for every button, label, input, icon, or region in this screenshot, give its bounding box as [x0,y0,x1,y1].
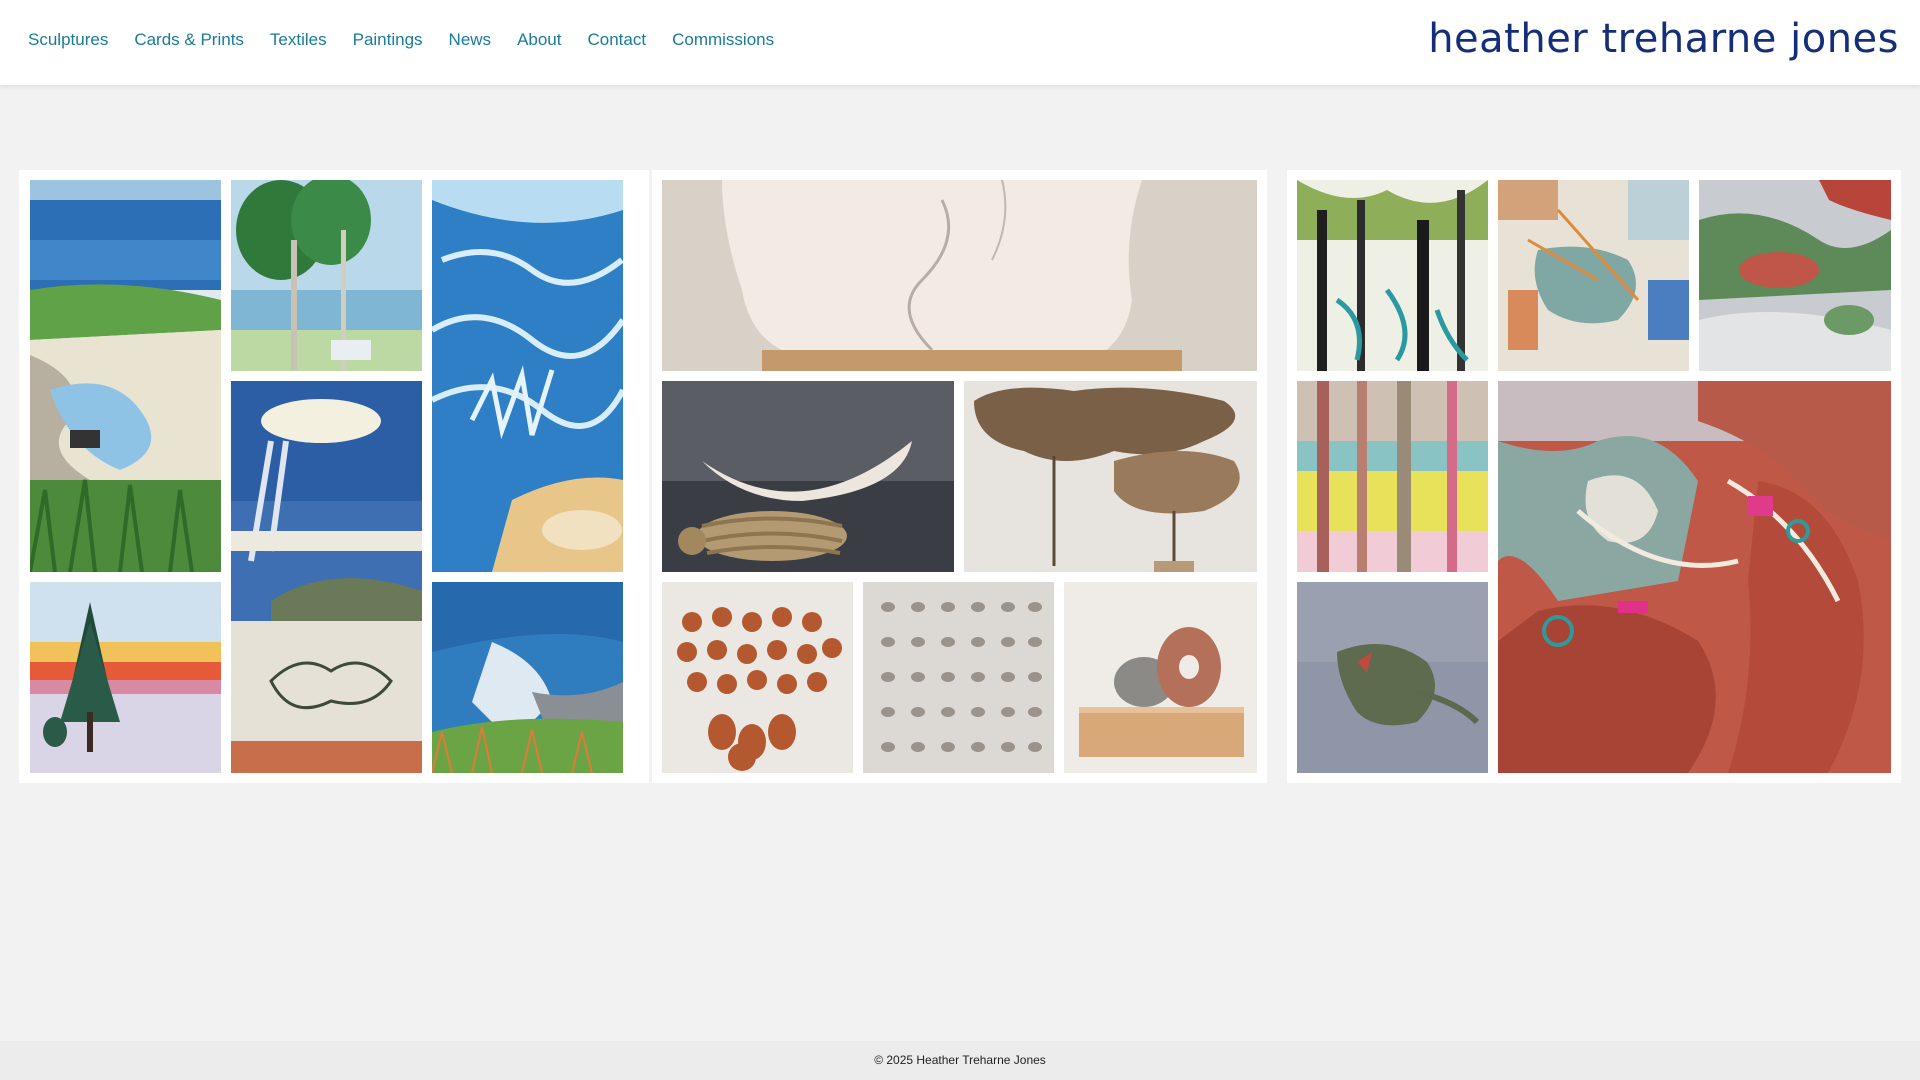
nav-paintings[interactable]: Paintings [353,30,423,50]
nav-textiles[interactable]: Textiles [270,30,327,50]
nav-about[interactable]: About [517,30,561,50]
stone-on-wood-sculpture-thumb[interactable] [1064,582,1257,773]
wave-pattern-print-thumb[interactable] [432,180,623,572]
stone-on-rope-sculpture-thumb[interactable] [662,381,954,572]
gallery-panel-sculptures[interactable] [652,170,1267,783]
white-marble-sculpture-thumb[interactable] [662,180,1257,371]
main-nav: Sculptures Cards & Prints Textiles Paint… [28,30,800,50]
pine-trees-sea-print-thumb[interactable] [231,180,422,371]
shell-grid-sculpture-thumb[interactable] [863,582,1054,773]
gallery-panel-paintings[interactable] [1287,170,1901,783]
site-header: Sculptures Cards & Prints Textiles Paint… [0,0,1920,85]
nav-news[interactable]: News [449,30,492,50]
nav-contact[interactable]: Contact [588,30,647,50]
sun-cloud-beach-print-thumb[interactable] [231,381,422,773]
site-logo-title[interactable]: heather treharne jones [1428,16,1899,62]
coastal-rocks-print-thumb[interactable] [30,180,221,572]
nav-sculptures[interactable]: Sculptures [28,30,108,50]
forest-colour-painting-thumb[interactable] [1297,381,1488,572]
palm-trees-painting-thumb[interactable] [1297,180,1488,371]
site-footer: © 2025 Heather Treharne Jones [0,1041,1920,1080]
ocean-cliff-print-thumb[interactable] [432,582,623,773]
gallery-panel-prints[interactable] [19,170,649,783]
abstract-bird-painting-thumb[interactable] [1498,180,1689,371]
bird-grey-painting-thumb[interactable] [1297,582,1488,773]
nav-cards-prints[interactable]: Cards & Prints [134,30,244,50]
abstract-red-green-painting-thumb[interactable] [1699,180,1891,371]
nav-commissions[interactable]: Commissions [672,30,774,50]
terracotta-pots-sculpture-thumb[interactable] [662,582,853,773]
large-red-abstract-painting-thumb[interactable] [1498,381,1891,773]
driftwood-stand-sculpture-thumb[interactable] [964,381,1257,572]
copyright-text: © 2025 Heather Treharne Jones [874,1053,1046,1067]
winter-tree-sunset-print-thumb[interactable] [30,582,221,773]
